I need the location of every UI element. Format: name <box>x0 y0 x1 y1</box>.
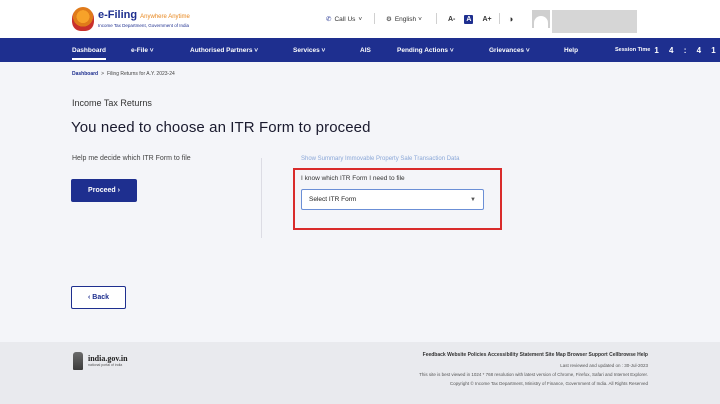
font-default-button[interactable]: A <box>464 14 474 24</box>
call-us-label: Call Us <box>334 15 356 23</box>
contrast-icon[interactable]: ◑ <box>508 13 513 25</box>
session-timer: Session Time 1 4 : 4 1 <box>615 38 720 62</box>
efiling-logo[interactable]: e-Filing Anywhere Anytime Income Tax Dep… <box>72 5 194 33</box>
nav-authorised-partners[interactable]: Authorised Partners ˅ <box>190 38 258 62</box>
help-decide-text: Help me decide which ITR Form to file <box>72 155 191 162</box>
top-header: e-Filing Anywhere Anytime Income Tax Dep… <box>0 0 720 38</box>
globe-icon: ⚙ <box>386 16 392 23</box>
emblem-icon <box>72 7 94 31</box>
vertical-divider <box>261 158 262 238</box>
logo-title: e-Filing <box>98 9 138 21</box>
logo-subtitle: Income Tax Department, Government of Ind… <box>98 23 189 28</box>
footer-links[interactable]: Feedback Website Policies Accessibility … <box>423 352 648 358</box>
avatar[interactable] <box>532 10 550 28</box>
caret-down-icon: ▼ <box>470 196 476 203</box>
language-selector[interactable]: ⚙ English ˅ <box>386 13 422 25</box>
logo-tagline: Anywhere Anytime <box>140 14 190 20</box>
header-divider <box>436 13 437 24</box>
breadcrumb-current: Filing Returns for A.Y. 2023-24 <box>107 71 175 77</box>
nav-grievances[interactable]: Grievances ˅ <box>489 38 530 62</box>
nav-pending-actions[interactable]: Pending Actions ˅ <box>397 38 454 62</box>
username-redacted[interactable] <box>552 10 637 33</box>
main-nav: Dashboard e-File ˅ Authorised Partners ˅… <box>0 38 720 62</box>
chevron-down-icon: ˅ <box>418 15 422 23</box>
nav-help[interactable]: Help <box>564 38 578 62</box>
section-label: Income Tax Returns <box>72 98 152 108</box>
breadcrumb-separator: > <box>101 71 105 77</box>
user-icon <box>534 16 548 28</box>
session-label: Session Time <box>615 47 651 53</box>
india-gov-subtitle: national portal of india <box>88 363 123 367</box>
header-divider <box>374 13 375 24</box>
nav-services[interactable]: Services ˅ <box>293 38 325 62</box>
phone-icon: ✆ <box>326 16 332 23</box>
font-increase-button[interactable]: A+ <box>482 16 491 23</box>
language-label: English <box>394 15 417 23</box>
copyright: Copyright © Income Tax Department, Minis… <box>449 381 648 386</box>
chevron-down-icon: ˅ <box>358 15 363 23</box>
itr-form-select-value: Select ITR Form <box>309 196 357 203</box>
nav-efile[interactable]: e-File ˅ <box>131 38 154 62</box>
breadcrumb: Dashboard > Filing Returns for A.Y. 2023… <box>72 71 175 77</box>
proceed-button[interactable]: Proceed › <box>71 179 137 202</box>
india-gov-link[interactable]: india.gov.in <box>88 354 128 363</box>
font-size-controls: A- A A+ <box>448 13 492 25</box>
call-us-button[interactable]: ✆ Call Us ˅ <box>326 13 362 25</box>
nav-ais[interactable]: AIS <box>360 38 371 62</box>
best-viewed-note: This site is best viewed in 1024 * 768 r… <box>419 372 648 377</box>
nav-dashboard[interactable]: Dashboard <box>72 38 106 62</box>
back-button[interactable]: ‹ Back <box>71 286 126 309</box>
font-decrease-button[interactable]: A- <box>448 16 455 23</box>
footer: india.gov.in national portal of india Fe… <box>0 342 720 404</box>
summary-property-link[interactable]: Show Summary Immovable Property Sale Tra… <box>301 156 459 162</box>
last-updated: Last reviewed and updated on : 30-Jul-20… <box>560 363 648 368</box>
breadcrumb-home[interactable]: Dashboard <box>72 71 98 77</box>
page-title: You need to choose an ITR Form to procee… <box>71 119 371 136</box>
national-emblem-icon <box>73 352 83 370</box>
session-time: 1 4 : 4 1 <box>654 45 720 55</box>
header-divider <box>499 13 500 24</box>
itr-form-select[interactable]: Select ITR Form ▼ <box>301 189 484 210</box>
itr-form-label: I know which ITR Form I need to file <box>301 175 405 182</box>
